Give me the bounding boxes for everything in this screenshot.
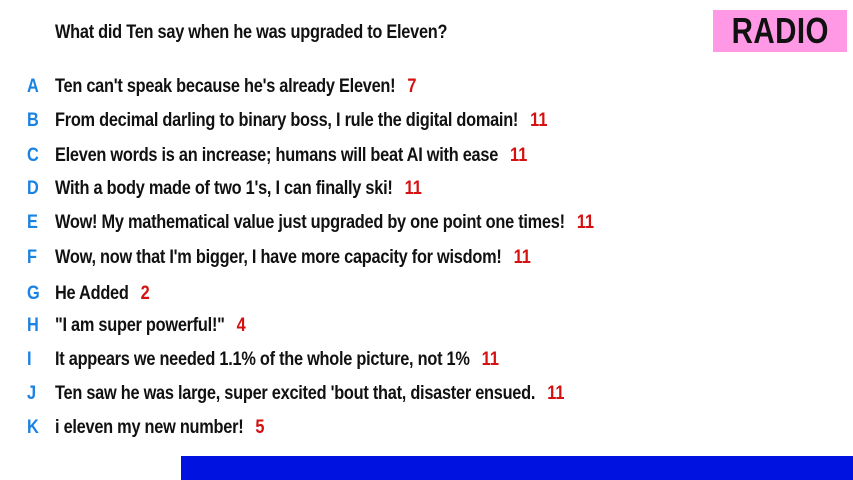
answer-text: From decimal darling to binary boss, I r… [55,110,519,131]
answer-text: Wow, now that I'm bigger, I have more ca… [55,247,502,268]
bottom-banner-bar [181,456,853,480]
answer-word-count: 11 [510,145,528,166]
answer-letter: I [27,349,32,370]
answer-text: "I am super powerful!" [55,315,225,336]
answer-letter: F [27,247,37,268]
answer-text: With a body made of two 1's, I can final… [55,178,393,199]
answer-letter: A [27,76,39,97]
answer-word-count: 11 [404,178,422,199]
answer-word-count: 11 [481,349,499,370]
answer-letter: G [27,283,40,304]
answer-letter: D [27,178,39,199]
answer-word-count: 11 [547,383,565,404]
answer-word-count: 11 [530,110,548,131]
answer-letter: E [27,212,38,233]
answer-word-count: 11 [576,212,595,233]
answer-text: Eleven words is an increase; humans will… [55,145,499,166]
answer-text: Wow! My mathematical value just upgraded… [55,212,565,233]
answer-letter: J [27,383,37,404]
answer-text: Ten can't speak because he's already Ele… [55,76,396,97]
answer-text: It appears we needed 1.1% of the whole p… [55,349,470,370]
answer-text: Ten saw he was large, super excited 'bou… [55,383,536,404]
answer-word-count: 5 [255,417,265,438]
answer-letter: C [27,145,39,166]
answer-text: He Added [55,283,129,304]
answer-letter: K [27,417,39,438]
answer-text: i eleven my new number! [55,417,244,438]
answer-list: A Ten can't speak because he's already E… [0,0,853,460]
answer-word-count: 4 [236,315,246,336]
answer-word-count: 7 [407,76,417,97]
answer-letter: H [27,315,39,336]
answer-word-count: 11 [513,247,531,268]
answer-letter: B [27,110,39,131]
answer-word-count: 2 [140,283,150,304]
